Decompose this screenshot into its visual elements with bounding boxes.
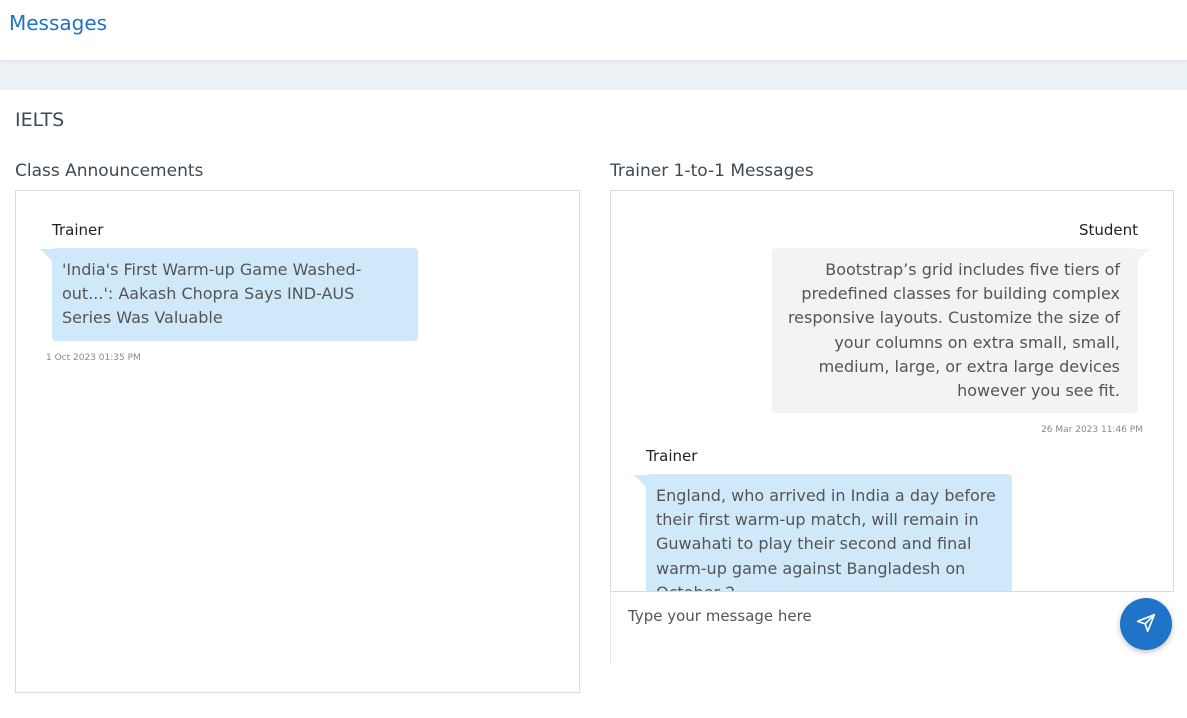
direct-messages-title: Trainer 1-to-1 Messages [610, 161, 814, 181]
announcements-title: Class Announcements [15, 161, 204, 181]
header-strip [0, 60, 1187, 90]
message-bubble: Bootstrap’s grid includes five tiers of … [772, 248, 1138, 414]
message-bubble: 'India's First Warm-up Game Washed-out..… [52, 248, 418, 341]
course-name: IELTS [15, 109, 65, 131]
message-input[interactable] [612, 598, 1102, 634]
message-composer [610, 592, 1174, 664]
message-sender: Student [1078, 221, 1138, 239]
send-button[interactable] [1120, 598, 1172, 650]
top-bar: Messages [0, 0, 1187, 60]
message-sender: Trainer [646, 447, 698, 465]
message-time: 26 Mar 2023 11:46 PM [1041, 425, 1143, 435]
message-sender: Trainer [52, 221, 104, 239]
direct-messages-panel[interactable]: Student Bootstrap’s grid includes five t… [610, 190, 1174, 592]
content-area: IELTS Class Announcements Trainer 1-to-1… [0, 90, 1187, 718]
page-title: Messages [9, 11, 108, 35]
announcements-panel[interactable]: Trainer 'India's First Warm-up Game Wash… [15, 190, 580, 693]
paper-plane-icon [1136, 613, 1156, 636]
message-time: 1 Oct 2023 01:35 PM [46, 353, 141, 363]
message-bubble: England, who arrived in India a day befo… [646, 474, 1012, 591]
